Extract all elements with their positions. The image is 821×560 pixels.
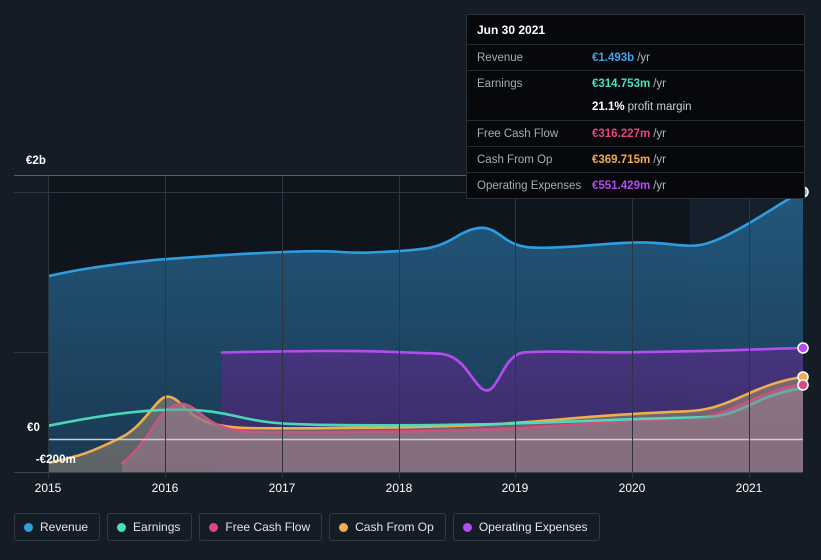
legend-item-earnings[interactable]: Earnings [107,513,193,541]
tooltip-value-earnings: €314.753m [592,77,651,90]
tooltip-row-operating-expenses: Operating Expenses €551.429m /yr [467,172,804,198]
tooltip-date: Jun 30 2021 [477,23,546,37]
tooltip-unit-operating-expenses: /yr [653,179,666,192]
y-tick-label-2b: €2b [25,155,46,167]
legend-item-operating-expenses[interactable]: Operating Expenses [452,513,600,541]
x-tick-label-2020: 2020 [618,481,646,495]
tooltip-label-revenue: Revenue [477,51,524,64]
tooltip-row-free-cash-flow: Free Cash Flow €316.227m /yr [467,120,804,146]
legend-dot-free-cash-flow-icon [209,522,219,532]
x-tick-label-2017: 2017 [268,481,296,495]
tooltip-value-cash-from-op: €369.715m [592,153,651,166]
tooltip-unit-cash-from-op: /yr [653,153,666,166]
y-tick-label-0: €0 [27,422,40,434]
tooltip-unit-revenue: /yr [637,51,650,64]
y-tick-label-minus-200m: -€200m [35,454,76,466]
tooltip-unit-earnings: /yr [653,77,666,90]
x-tick-label-2015: 2015 [34,481,62,495]
chart-page: €2b €0 -€200m 2015 2016 2017 2018 2019 2… [0,0,821,560]
data-tooltip: Jun 30 2021 Revenue €1.493b /yr Earnings… [466,14,805,199]
tooltip-value-operating-expenses: €551.429m [592,179,651,192]
legend-dot-cash-from-op-icon [339,522,349,532]
tooltip-value-profit-margin: 21.1% [592,100,625,113]
tooltip-label-cash-from-op: Cash From Op [477,153,553,166]
end-marker-free-cash-flow[interactable] [797,379,809,391]
tooltip-row-earnings: Earnings €314.753m /yr [467,70,804,96]
tooltip-row-profit-margin: 21.1% profit margin [467,96,804,120]
end-marker-operating-expenses[interactable] [797,342,809,354]
legend-dot-operating-expenses-icon [462,522,472,532]
legend-label-cash-from-op: Cash From Op [355,520,434,534]
legend-label-operating-expenses: Operating Expenses [478,520,588,534]
legend-dot-earnings-icon [117,522,127,532]
legend-label-free-cash-flow: Free Cash Flow [225,520,311,534]
tooltip-value-free-cash-flow: €316.227m [592,127,651,140]
tooltip-row-cash-from-op: Cash From Op €369.715m /yr [467,146,804,172]
chart-legend: Revenue Earnings Free Cash Flow Cash Fro… [14,513,600,541]
tooltip-row-revenue: Revenue €1.493b /yr [467,44,804,70]
x-tick-label-2021: 2021 [735,481,763,495]
x-tick-label-2018: 2018 [385,481,413,495]
tooltip-label-free-cash-flow: Free Cash Flow [477,127,559,140]
legend-item-free-cash-flow[interactable]: Free Cash Flow [199,513,323,541]
legend-label-revenue: Revenue [40,520,89,534]
legend-item-cash-from-op[interactable]: Cash From Op [329,513,446,541]
tooltip-value-revenue: €1.493b [592,51,635,64]
tooltip-label-earnings: Earnings [477,77,523,90]
tooltip-label-operating-expenses: Operating Expenses [477,179,582,192]
legend-label-earnings: Earnings [133,520,181,534]
x-tick-label-2016: 2016 [151,481,179,495]
x-tick-label-2019: 2019 [501,481,529,495]
tooltip-unit-free-cash-flow: /yr [653,127,666,140]
legend-dot-revenue-icon [24,522,33,532]
tooltip-sub-profit-margin: profit margin [627,100,692,113]
legend-item-revenue[interactable]: Revenue [14,513,101,541]
